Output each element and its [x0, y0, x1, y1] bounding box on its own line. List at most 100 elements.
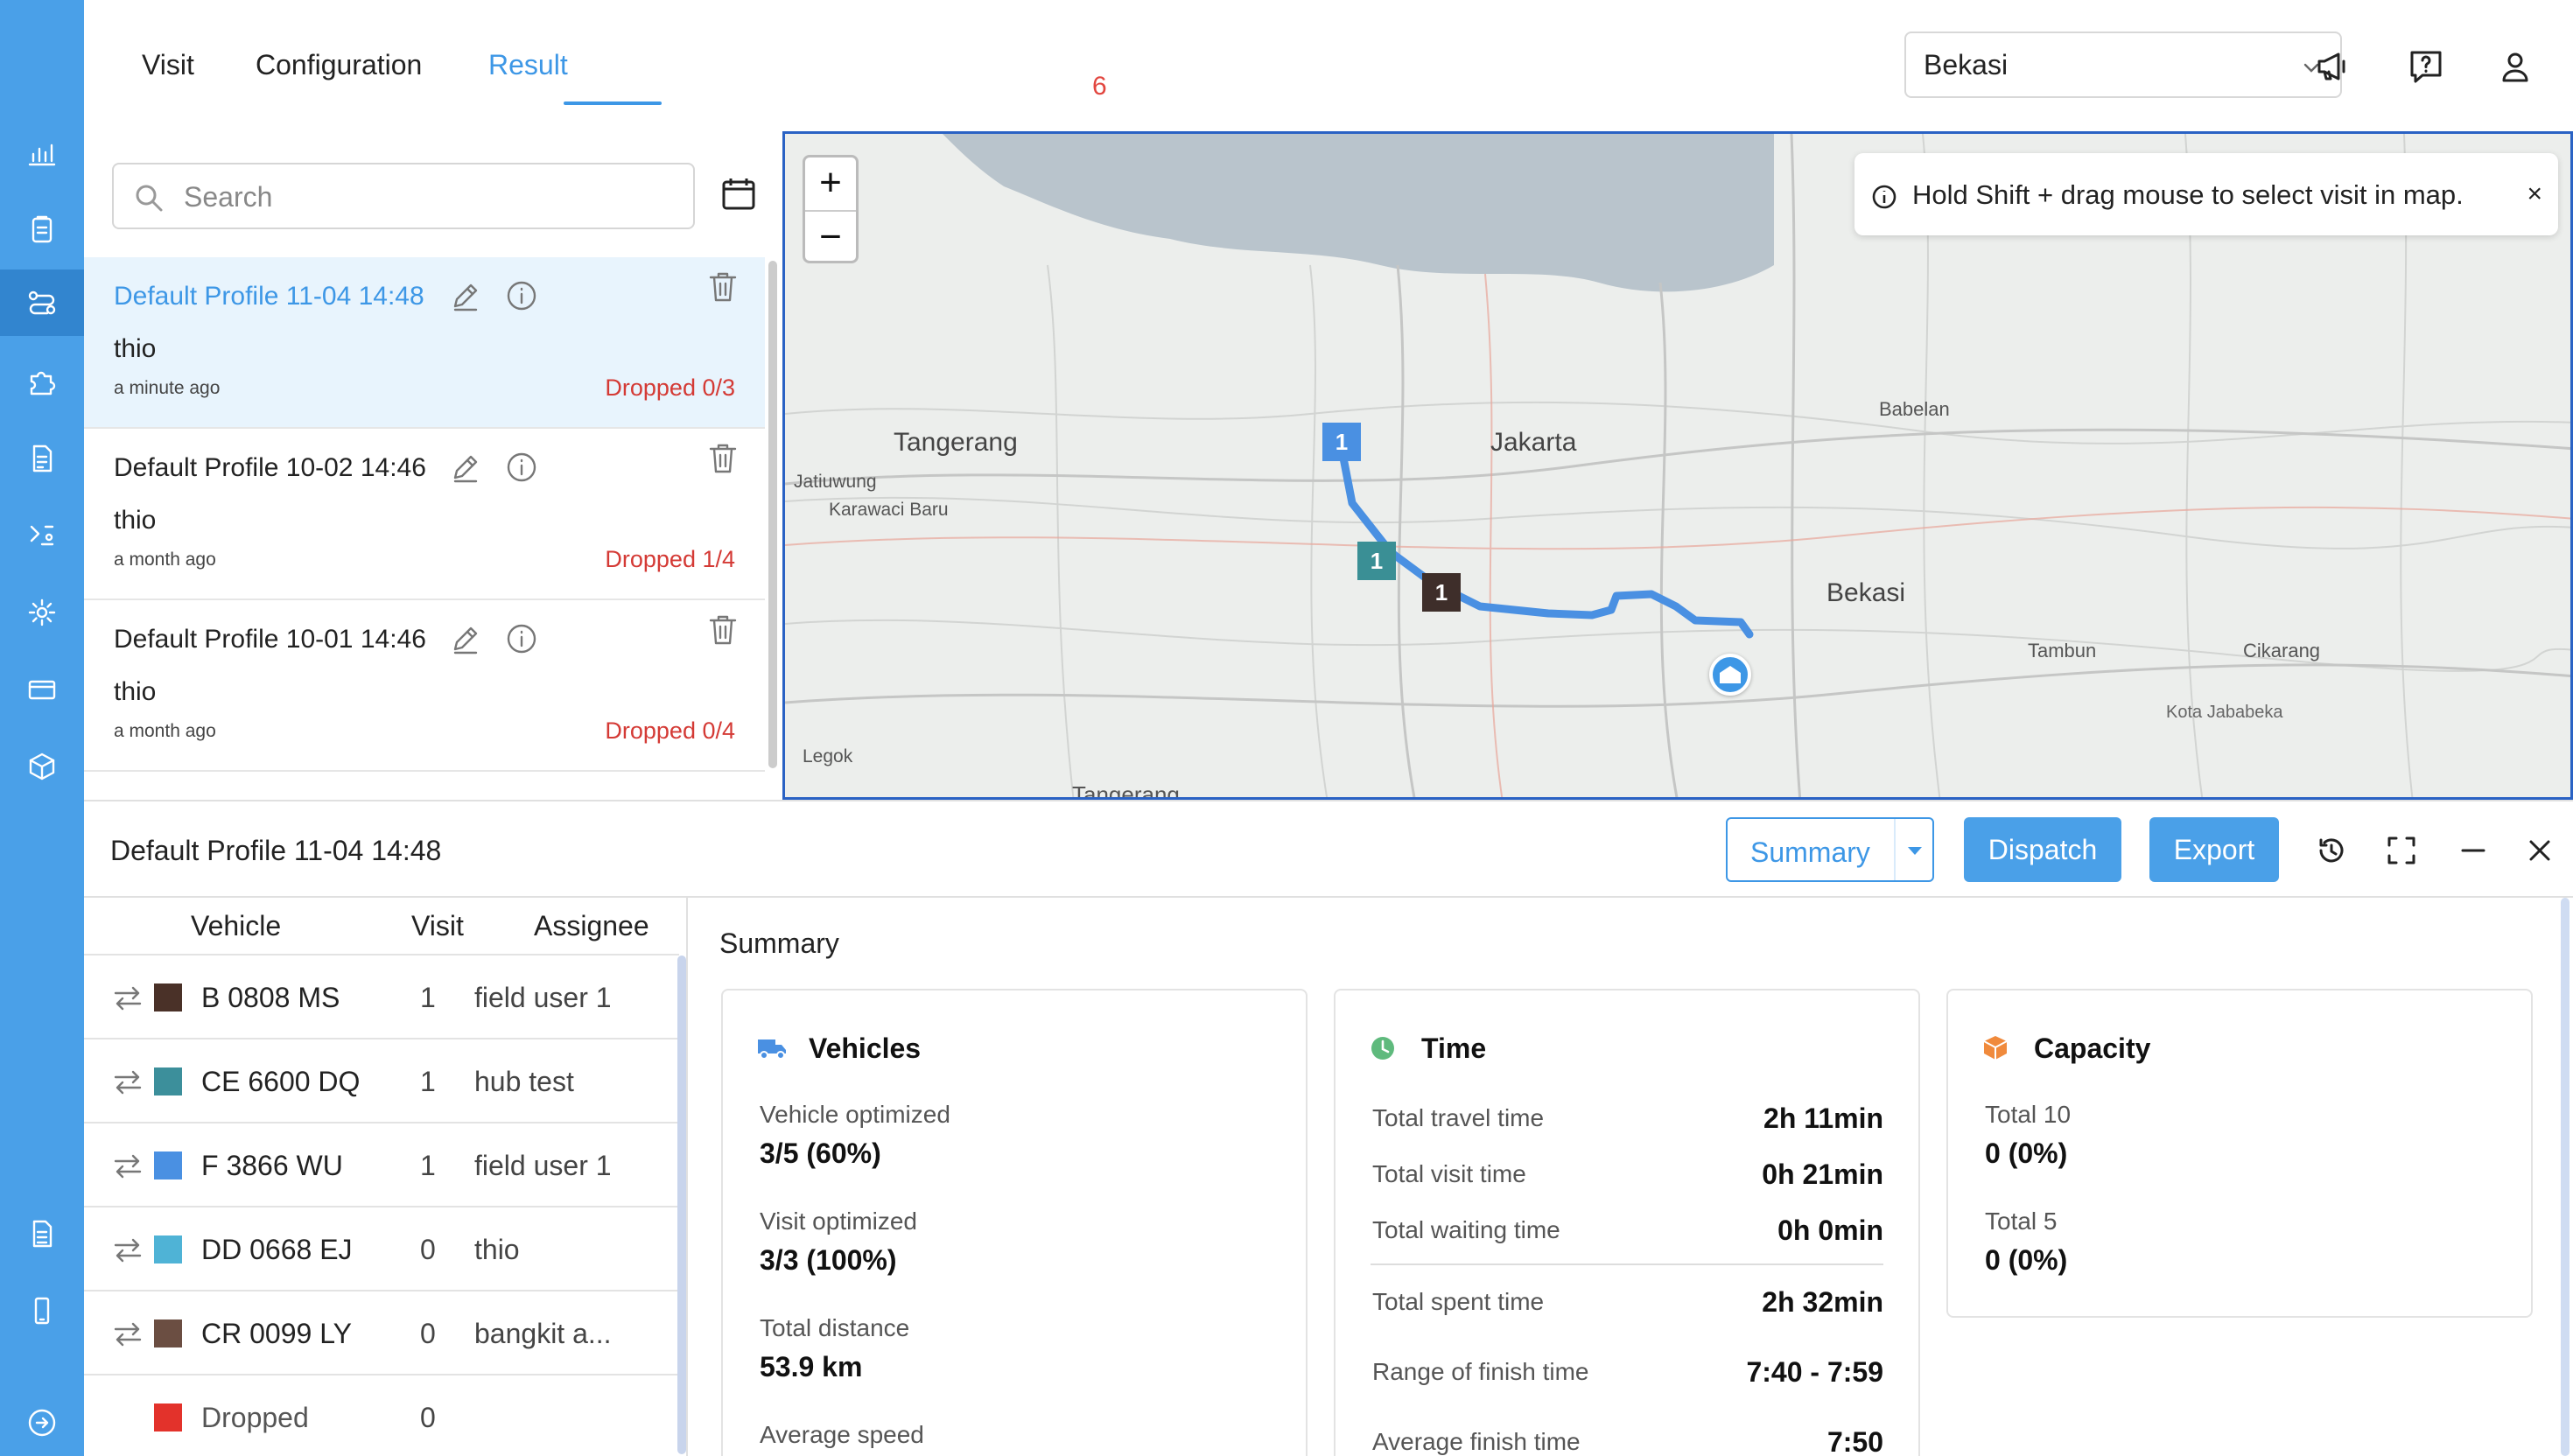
- map-label-bekasi: Bekasi: [1826, 578, 1906, 607]
- edit-icon[interactable]: [448, 621, 483, 656]
- info-icon[interactable]: [504, 450, 539, 485]
- city-select[interactable]: Bekasi: [1904, 32, 2342, 98]
- zoom-out-button[interactable]: −: [805, 212, 856, 262]
- table-row[interactable]: CE 6600 DQ 1 hub test: [84, 1038, 679, 1122]
- calendar-icon[interactable]: [719, 175, 758, 214]
- close-icon[interactable]: [2522, 833, 2557, 868]
- info-icon[interactable]: [504, 621, 539, 656]
- profile-card[interactable]: Default Profile 10-02 14:46 thio a month…: [84, 429, 765, 600]
- total-travel-time-label: Total travel time: [1372, 1104, 1545, 1131]
- trash-icon[interactable]: [707, 270, 739, 304]
- swap-icon[interactable]: [112, 1321, 144, 1348]
- profile-card[interactable]: Default Profile 10-01 14:46 thio a month…: [84, 600, 765, 772]
- edit-icon[interactable]: [448, 278, 483, 313]
- trash-icon[interactable]: [707, 612, 739, 648]
- column-header-vehicle[interactable]: Vehicle: [191, 910, 281, 942]
- vehicle-name: DD 0668 EJ: [201, 1234, 353, 1265]
- document-icon[interactable]: [18, 434, 67, 483]
- vehicle-color-swatch: [154, 1236, 182, 1264]
- vehicle-optimized-value: 3/5 (60%): [760, 1138, 881, 1169]
- export-button[interactable]: Export: [2149, 817, 2279, 882]
- clipboard-icon[interactable]: [18, 205, 67, 254]
- table-scrollbar[interactable]: [677, 956, 686, 1454]
- logout-icon[interactable]: [18, 1398, 67, 1447]
- total-visit-time-value: 0h 21min: [1762, 1158, 1883, 1190]
- vehicle-table: Vehicle Visit Assignee B 0808 MS 1 field…: [84, 898, 688, 1456]
- dispatch-button[interactable]: Dispatch: [1964, 817, 2121, 882]
- time-card-title: Time: [1421, 1032, 1487, 1064]
- package-icon: [1983, 1036, 2008, 1060]
- vehicle-visits: 1: [420, 1066, 436, 1097]
- file-text-icon[interactable]: [18, 1209, 67, 1258]
- vehicle-visits: 0: [420, 1402, 436, 1433]
- vehicles-card: Vehicles Vehicle optimized 3/5 (60%) Vis…: [721, 989, 1308, 1456]
- total-visit-time-label: Total visit time: [1372, 1160, 1526, 1187]
- depot-marker[interactable]: [1709, 654, 1751, 696]
- summary-select[interactable]: Summary: [1726, 817, 1934, 882]
- list-scrollbar[interactable]: [768, 261, 777, 768]
- capacity-card: Capacity Total 10 0 (0%) Total 5 0 (0%): [1946, 989, 2533, 1318]
- total-spent-time-label: Total spent time: [1372, 1288, 1545, 1315]
- visit-optimized-label: Visit optimized: [760, 1208, 918, 1235]
- profile-dropped: Dropped 0/3: [605, 374, 735, 401]
- table-row[interactable]: DD 0668 EJ 0 thio: [84, 1206, 679, 1290]
- trash-icon[interactable]: [707, 441, 739, 476]
- map-marker[interactable]: 1: [1422, 573, 1461, 612]
- capacity-item-label: Total 10: [1985, 1101, 2072, 1128]
- swap-icon[interactable]: [112, 1069, 144, 1096]
- vehicle-optimized-label: Vehicle optimized: [760, 1101, 950, 1128]
- info-icon[interactable]: [504, 278, 539, 313]
- table-row[interactable]: F 3866 WU 1 field user 1: [84, 1122, 679, 1206]
- route-icon[interactable]: [18, 278, 67, 327]
- map-label-legok: Legok: [803, 746, 853, 766]
- profile-time: a minute ago: [114, 378, 221, 398]
- search-icon: [136, 185, 163, 212]
- table-row[interactable]: CR 0099 LY 0 bangkit a...: [84, 1290, 679, 1374]
- tab-visit[interactable]: Visit: [142, 49, 194, 81]
- map-label-karawaci: Karawaci Baru: [829, 500, 949, 520]
- edit-icon[interactable]: [448, 450, 483, 485]
- megaphone-icon[interactable]: [2312, 46, 2354, 88]
- capacity-item-value: 0 (0%): [1985, 1138, 2068, 1169]
- column-header-assignee[interactable]: Assignee: [534, 910, 649, 942]
- close-icon[interactable]: ×: [2527, 179, 2542, 209]
- gear-icon[interactable]: [18, 588, 67, 637]
- map-marker[interactable]: 1: [1357, 542, 1396, 580]
- swap-icon[interactable]: [112, 985, 144, 1012]
- map-label-babelan: Babelan: [1879, 398, 1950, 420]
- zoom-in-button[interactable]: +: [805, 158, 856, 208]
- settings-flow-icon[interactable]: [18, 511, 67, 560]
- puzzle-icon[interactable]: [18, 357, 67, 406]
- help-icon[interactable]: [2405, 46, 2447, 88]
- minimize-icon[interactable]: [2456, 833, 2491, 868]
- profile-card[interactable]: Default Profile 11-04 14:48 thio a minut…: [84, 257, 765, 429]
- swap-icon[interactable]: [112, 1237, 144, 1264]
- table-row[interactable]: B 0808 MS 1 field user 1: [84, 954, 679, 1038]
- total-distance-label: Total distance: [760, 1314, 910, 1341]
- route-map[interactable]: Jakarta Tangerang Bekasi Babelan Jatiuwu…: [782, 131, 2573, 800]
- summary-scrollbar[interactable]: [2561, 898, 2569, 1456]
- tab-result[interactable]: Result: [488, 49, 568, 81]
- mobile-icon[interactable]: [18, 1286, 67, 1335]
- table-row[interactable]: Dropped 0: [84, 1374, 679, 1456]
- tab-configuration[interactable]: Configuration: [256, 49, 422, 81]
- notification-count: 6: [1092, 72, 1107, 101]
- search-box[interactable]: [112, 163, 695, 229]
- bar-chart-icon[interactable]: [18, 128, 67, 177]
- credit-card-icon[interactable]: [18, 665, 67, 714]
- column-header-visit[interactable]: Visit: [411, 910, 464, 942]
- vehicle-name: CE 6600 DQ: [201, 1066, 361, 1097]
- search-input[interactable]: [184, 175, 674, 219]
- history-icon[interactable]: [2314, 833, 2349, 868]
- caret-down-icon[interactable]: [1908, 847, 1922, 855]
- fullscreen-icon[interactable]: [2384, 833, 2419, 868]
- box-icon[interactable]: [18, 742, 67, 791]
- average-speed-label: Average speed: [760, 1421, 924, 1448]
- user-icon[interactable]: [2494, 46, 2536, 88]
- capacity-item-value: 0 (0%): [1985, 1244, 2068, 1276]
- profile-user: thio: [114, 677, 157, 706]
- map-marker[interactable]: 1: [1322, 423, 1361, 461]
- swap-icon[interactable]: [112, 1153, 144, 1180]
- result-title: Default Profile 11-04 14:48: [110, 835, 442, 866]
- truck-icon: [758, 1040, 786, 1060]
